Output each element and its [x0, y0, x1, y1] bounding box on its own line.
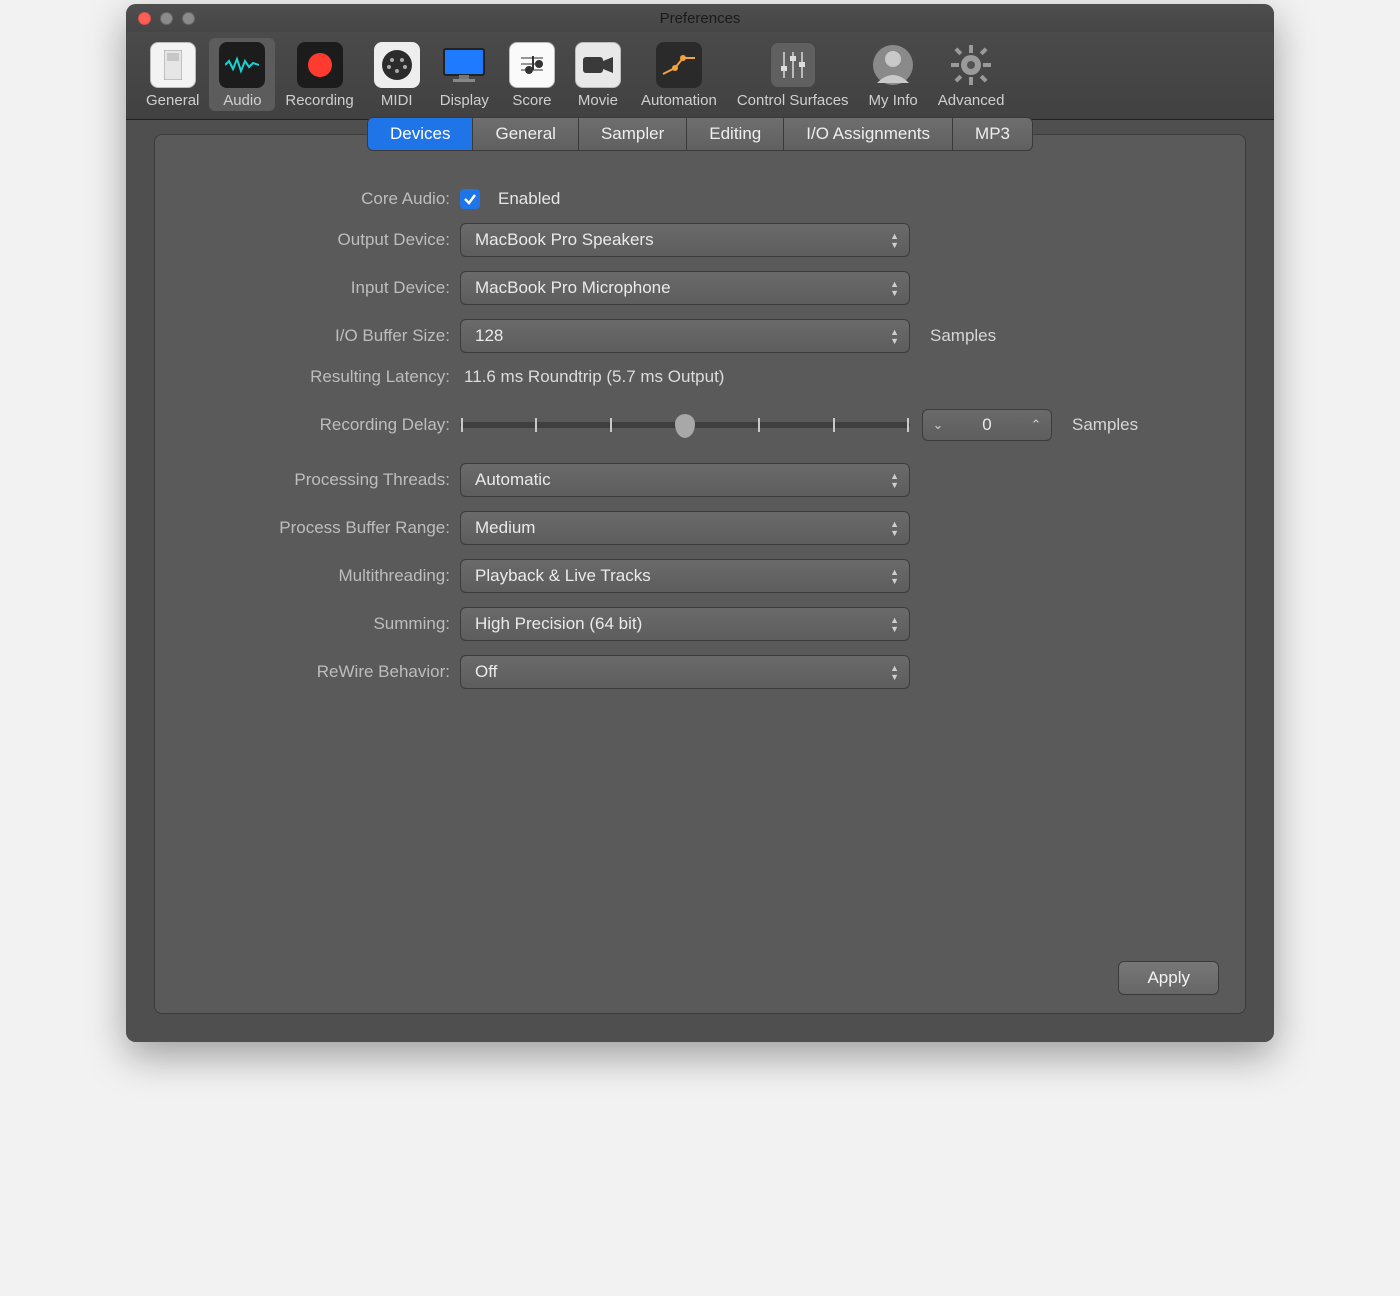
- slider-thumb[interactable]: [675, 414, 695, 438]
- midi-icon: [374, 42, 420, 88]
- check-icon: [463, 192, 477, 206]
- unit-recording-delay: Samples: [1072, 415, 1138, 435]
- checkbox-core-audio[interactable]: [460, 189, 480, 209]
- label-input-device: Input Device:: [215, 278, 460, 298]
- window-title: Preferences: [126, 10, 1274, 27]
- apply-button[interactable]: Apply: [1118, 961, 1219, 995]
- unit-io-buffer: Samples: [930, 326, 996, 346]
- chevron-up-down-icon: ▲▼: [890, 616, 899, 633]
- select-output-device-value: MacBook Pro Speakers: [475, 230, 654, 250]
- subtab-editing[interactable]: Editing: [687, 117, 784, 151]
- toolbar-item-advanced[interactable]: Advanced: [928, 38, 1015, 111]
- toolbar-item-recording[interactable]: Recording: [275, 38, 363, 111]
- select-input-device-value: MacBook Pro Microphone: [475, 278, 671, 298]
- label-io-buffer: I/O Buffer Size:: [215, 326, 460, 346]
- label-summing: Summing:: [215, 614, 460, 634]
- select-processing-threads[interactable]: Automatic ▲▼: [460, 463, 910, 497]
- label-output-device: Output Device:: [215, 230, 460, 250]
- automation-icon: [656, 42, 702, 88]
- chevron-down-icon[interactable]: ⌄: [923, 417, 953, 433]
- label-process-buffer-range: Process Buffer Range:: [215, 518, 460, 538]
- select-io-buffer[interactable]: 128 ▲▼: [460, 319, 910, 353]
- subtabs: Devices General Sampler Editing I/O Assi…: [155, 117, 1245, 151]
- titlebar: Preferences: [126, 4, 1274, 32]
- select-multithreading[interactable]: Playback & Live Tracks ▲▼: [460, 559, 910, 593]
- select-multithreading-value: Playback & Live Tracks: [475, 566, 651, 586]
- value-latency: 11.6 ms Roundtrip (5.7 ms Output): [460, 367, 724, 387]
- select-process-buffer-range-value: Medium: [475, 518, 535, 538]
- toolbar-item-midi[interactable]: MIDI: [364, 38, 430, 111]
- display-icon: [441, 42, 487, 88]
- chevron-up-down-icon: ▲▼: [890, 232, 899, 249]
- select-io-buffer-value: 128: [475, 326, 503, 346]
- select-processing-threads-value: Automatic: [475, 470, 551, 490]
- faders-icon: [770, 42, 816, 88]
- select-summing[interactable]: High Precision (64 bit) ▲▼: [460, 607, 910, 641]
- toolbar-item-control-surfaces[interactable]: Control Surfaces: [727, 38, 859, 111]
- stepper-recording-delay[interactable]: ⌄ 0 ⌃: [922, 409, 1052, 441]
- slider-recording-delay[interactable]: [460, 422, 910, 428]
- waveform-icon: [219, 42, 265, 88]
- toolbar-item-general[interactable]: General: [136, 38, 209, 111]
- label-core-audio: Core Audio:: [215, 189, 460, 209]
- chevron-up-down-icon: ▲▼: [890, 472, 899, 489]
- label-rewire: ReWire Behavior:: [215, 662, 460, 682]
- chevron-up-down-icon: ▲▼: [890, 568, 899, 585]
- checkbox-core-audio-text: Enabled: [498, 189, 560, 209]
- chevron-up-icon[interactable]: ⌃: [1021, 417, 1051, 433]
- select-rewire-value: Off: [475, 662, 497, 682]
- toolbar-item-my-info[interactable]: My Info: [859, 38, 928, 111]
- label-latency: Resulting Latency:: [215, 367, 460, 387]
- preferences-window: Preferences General Audio Recording MID: [126, 4, 1274, 1042]
- camera-icon: [575, 42, 621, 88]
- chevron-up-down-icon: ▲▼: [890, 664, 899, 681]
- chevron-up-down-icon: ▲▼: [890, 280, 899, 297]
- subtab-mp3[interactable]: MP3: [953, 117, 1033, 151]
- toolbar-item-movie[interactable]: Movie: [565, 38, 631, 111]
- content-area: Devices General Sampler Editing I/O Assi…: [126, 120, 1274, 1042]
- person-icon: [870, 42, 916, 88]
- label-multithreading: Multithreading:: [215, 566, 460, 586]
- toolbar-item-audio[interactable]: Audio: [209, 38, 275, 111]
- select-rewire[interactable]: Off ▲▼: [460, 655, 910, 689]
- form: Core Audio: Enabled Output Device: MacBo…: [155, 169, 1245, 689]
- subtab-io-assignments[interactable]: I/O Assignments: [784, 117, 953, 151]
- select-summing-value: High Precision (64 bit): [475, 614, 642, 634]
- main-toolbar: General Audio Recording MIDI Display: [126, 32, 1274, 120]
- chevron-up-down-icon: ▲▼: [890, 328, 899, 345]
- select-output-device[interactable]: MacBook Pro Speakers ▲▼: [460, 223, 910, 257]
- select-process-buffer-range[interactable]: Medium ▲▼: [460, 511, 910, 545]
- record-icon: [297, 42, 343, 88]
- subtab-general[interactable]: General: [473, 117, 578, 151]
- toolbar-item-display[interactable]: Display: [430, 38, 499, 111]
- subtab-sampler[interactable]: Sampler: [579, 117, 687, 151]
- label-processing-threads: Processing Threads:: [215, 470, 460, 490]
- toolbar-item-score[interactable]: Score: [499, 38, 565, 111]
- chevron-up-down-icon: ▲▼: [890, 520, 899, 537]
- select-input-device[interactable]: MacBook Pro Microphone ▲▼: [460, 271, 910, 305]
- gear-icon: [948, 42, 994, 88]
- settings-panel: Devices General Sampler Editing I/O Assi…: [154, 134, 1246, 1014]
- switch-icon: [150, 42, 196, 88]
- toolbar-item-automation[interactable]: Automation: [631, 38, 727, 111]
- subtab-devices[interactable]: Devices: [367, 117, 473, 151]
- label-recording-delay: Recording Delay:: [215, 415, 460, 435]
- stepper-recording-delay-value: 0: [953, 415, 1021, 435]
- score-icon: [509, 42, 555, 88]
